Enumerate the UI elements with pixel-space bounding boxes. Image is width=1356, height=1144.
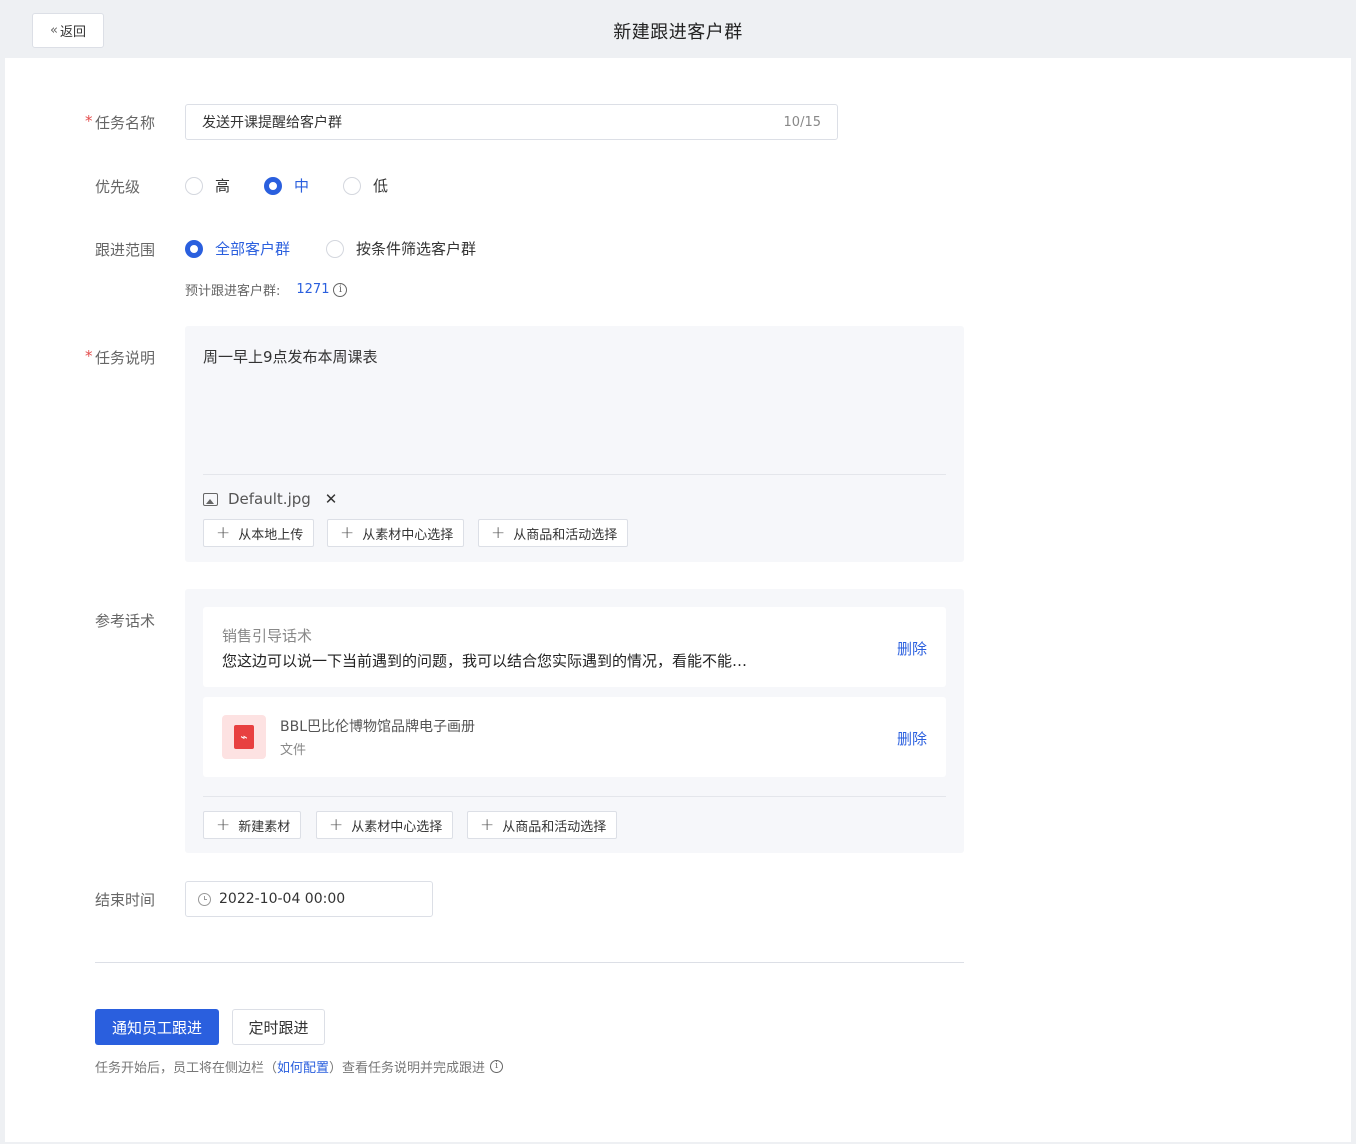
end-time-picker[interactable]: 2022-10-04 00:00 bbox=[185, 881, 433, 917]
required-mark: * bbox=[85, 112, 93, 130]
script-title: 销售引导话术 bbox=[222, 627, 313, 645]
upload-local-button[interactable]: + 从本地上传 bbox=[203, 519, 315, 547]
radio-icon bbox=[185, 176, 203, 195]
priority-medium-label: 中 bbox=[294, 177, 310, 195]
new-material-button[interactable]: + 新建素材 bbox=[203, 811, 302, 839]
priority-high-label: 高 bbox=[215, 177, 231, 195]
end-time-label: 结束时间 bbox=[95, 891, 156, 909]
priority-low-label: 低 bbox=[373, 177, 389, 195]
reference-card-file: ⌁ BBL巴比伦博物馆品牌电子画册 文件 删除 bbox=[203, 697, 946, 777]
plus-icon: + bbox=[480, 814, 495, 835]
page-header: « 返回 新建跟进客户群 bbox=[0, 0, 1356, 58]
divider bbox=[203, 796, 946, 797]
image-icon bbox=[203, 492, 218, 506]
radio-checked-icon bbox=[185, 239, 203, 258]
attachment-item: Default.jpg ✕ bbox=[203, 490, 337, 508]
new-material-label: 新建素材 bbox=[238, 819, 291, 835]
priority-radio-medium[interactable]: 中 bbox=[264, 175, 309, 196]
description-label: * 任务说明 bbox=[85, 347, 156, 368]
reference-label: 参考话术 bbox=[95, 612, 156, 630]
priority-label: 优先级 bbox=[95, 178, 141, 196]
task-name-label: * 任务名称 bbox=[85, 112, 156, 133]
estimate-label: 预计跟进客户群: bbox=[185, 284, 281, 299]
file-type: 文件 bbox=[280, 743, 307, 758]
reference-card-script: 销售引导话术 您这边可以说一下当前遇到的问题，我可以结合您实际遇到的情况，看能不… bbox=[203, 607, 946, 687]
radio-icon bbox=[343, 176, 361, 195]
scope-radio-filter[interactable]: 按条件筛选客户群 bbox=[326, 238, 476, 259]
main-form-area: * 任务名称 发送开课提醒给客户群 10/15 优先级 高 中 低 跟进范围 全… bbox=[5, 58, 1351, 1142]
task-name-value: 发送开课提醒给客户群 bbox=[202, 115, 342, 131]
close-icon[interactable]: ✕ bbox=[325, 490, 338, 508]
schedule-button[interactable]: 定时跟进 bbox=[232, 1009, 325, 1045]
char-counter: 10/15 bbox=[783, 114, 821, 130]
task-name-input[interactable]: 发送开课提醒给客户群 10/15 bbox=[185, 104, 838, 140]
priority-radio-low[interactable]: 低 bbox=[343, 175, 388, 196]
delete-file-button[interactable]: 删除 bbox=[897, 728, 927, 749]
estimate-hint: 预计跟进客户群: 1271 i bbox=[185, 280, 348, 299]
required-mark: * bbox=[85, 347, 93, 365]
scope-label: 跟进范围 bbox=[95, 241, 156, 259]
attachment-name: Default.jpg bbox=[228, 490, 311, 508]
plus-icon: + bbox=[216, 814, 231, 835]
scope-all-label: 全部客户群 bbox=[215, 240, 291, 258]
file-name: BBL巴比伦博物馆品牌电子画册 bbox=[280, 719, 476, 735]
plus-icon: + bbox=[491, 522, 506, 543]
pdf-file-icon: ⌁ bbox=[222, 715, 266, 759]
how-to-configure-link[interactable]: 如何配置 bbox=[277, 1057, 329, 1076]
clock-icon bbox=[198, 892, 211, 906]
divider bbox=[203, 474, 946, 475]
priority-radio-high[interactable]: 高 bbox=[185, 175, 230, 196]
info-icon[interactable]: i bbox=[333, 282, 348, 297]
reference-select-product-button[interactable]: + 从商品和活动选择 bbox=[467, 811, 618, 839]
reference-select-product-label: 从商品和活动选择 bbox=[502, 819, 607, 835]
plus-icon: + bbox=[216, 522, 231, 543]
footnote: 任务开始后，员工将在侧边栏（ 如何配置 ）查看任务说明并完成跟进 i bbox=[95, 1057, 504, 1076]
select-material-label: 从素材中心选择 bbox=[362, 527, 454, 543]
select-material-button[interactable]: + 从素材中心选择 bbox=[327, 519, 465, 547]
pdf-glyph: ⌁ bbox=[234, 725, 254, 749]
reference-panel: 销售引导话术 您这边可以说一下当前遇到的问题，我可以结合您实际遇到的情况，看能不… bbox=[185, 589, 964, 853]
page-title: 新建跟进客户群 bbox=[613, 22, 743, 43]
reference-select-material-label: 从素材中心选择 bbox=[351, 819, 443, 835]
script-content: 您这边可以说一下当前遇到的问题，我可以结合您实际遇到的情况，看能不能… bbox=[222, 652, 748, 670]
select-product-label: 从商品和活动选择 bbox=[513, 527, 618, 543]
footnote-text-after: ）查看任务说明并完成跟进 bbox=[329, 1061, 486, 1076]
description-label-text: 任务说明 bbox=[95, 349, 156, 367]
delete-script-button[interactable]: 删除 bbox=[897, 638, 927, 659]
description-panel: 周一早上9点发布本周课表 Default.jpg ✕ + 从本地上传 + 从素材… bbox=[185, 326, 964, 562]
radio-icon bbox=[326, 239, 344, 258]
upload-local-label: 从本地上传 bbox=[238, 527, 304, 543]
estimate-value: 1271 bbox=[296, 282, 330, 297]
select-product-button[interactable]: + 从商品和活动选择 bbox=[478, 519, 629, 547]
end-time-value: 2022-10-04 00:00 bbox=[219, 891, 346, 907]
plus-icon: + bbox=[329, 814, 344, 835]
description-textarea[interactable]: 周一早上9点发布本周课表 bbox=[203, 346, 378, 367]
radio-checked-icon bbox=[264, 176, 282, 195]
scope-radio-all[interactable]: 全部客户群 bbox=[185, 238, 290, 259]
notify-staff-button[interactable]: 通知员工跟进 bbox=[95, 1009, 219, 1045]
plus-icon: + bbox=[340, 522, 355, 543]
footnote-text-before: 任务开始后，员工将在侧边栏（ bbox=[95, 1061, 278, 1076]
task-name-label-text: 任务名称 bbox=[95, 114, 156, 132]
scope-filter-label: 按条件筛选客户群 bbox=[356, 240, 477, 258]
reference-select-material-button[interactable]: + 从素材中心选择 bbox=[316, 811, 454, 839]
divider bbox=[95, 962, 964, 963]
info-icon[interactable]: i bbox=[490, 1060, 504, 1073]
